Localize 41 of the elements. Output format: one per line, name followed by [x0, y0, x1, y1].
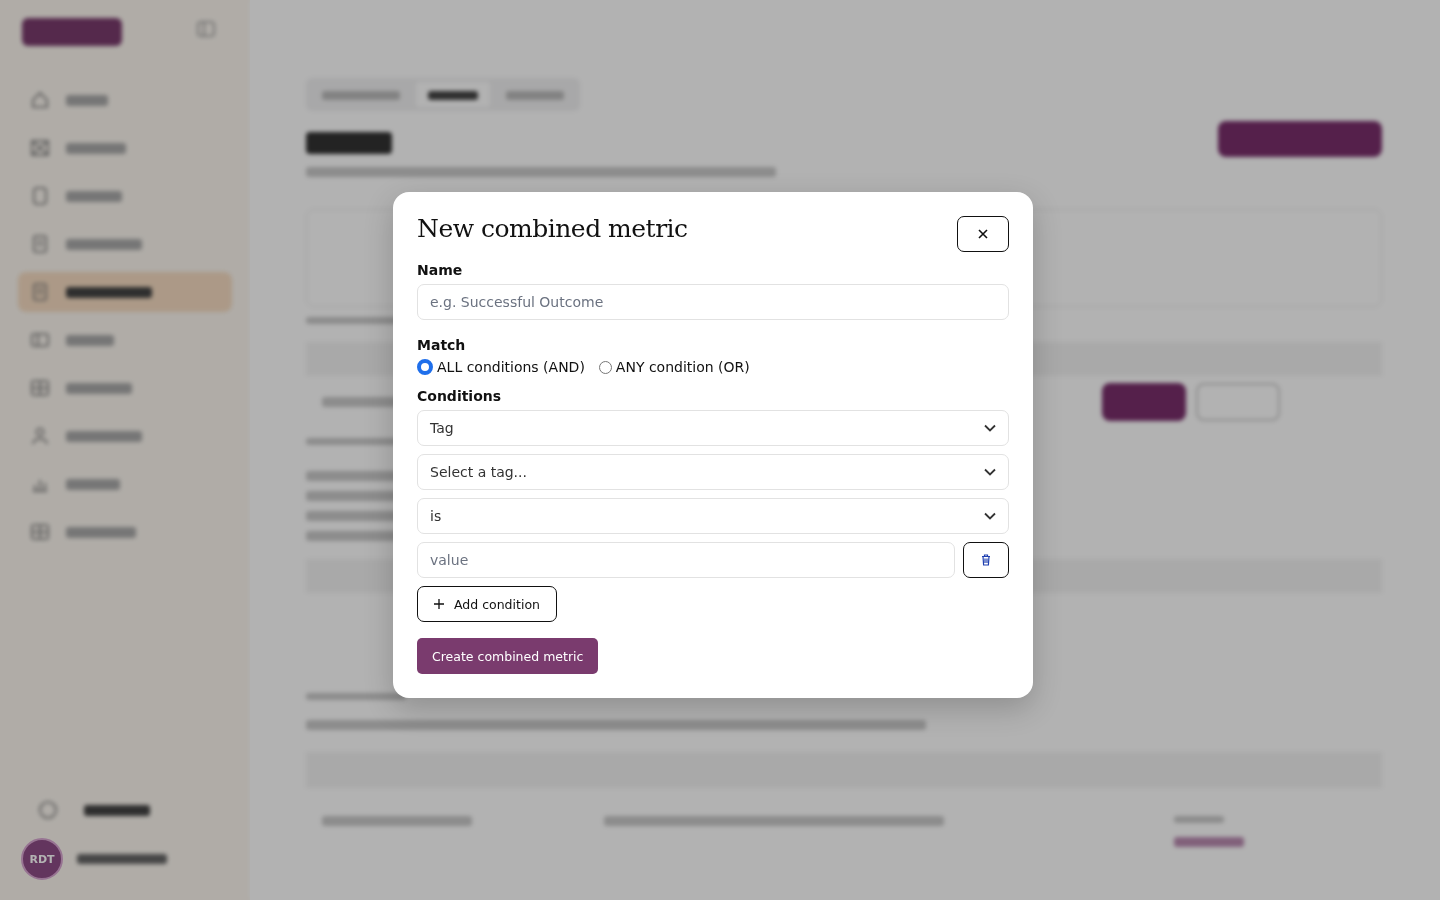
- radio-label[interactable]: ALL conditions (AND): [437, 359, 585, 375]
- chevron-down-icon: [984, 512, 996, 520]
- document-icon: [30, 282, 50, 302]
- field-label: Name: [417, 262, 464, 278]
- add-condition-button[interactable]: Add condition: [417, 586, 557, 622]
- chevron-down-icon: [984, 424, 996, 432]
- ticket-icon: [30, 330, 50, 350]
- create-button[interactable]: Create combined metric: [417, 638, 599, 674]
- new-metric-button[interactable]: [1218, 121, 1382, 157]
- plus-icon: [434, 599, 444, 609]
- help-icon: [38, 800, 58, 820]
- dialog-title: New combined metric: [417, 214, 688, 243]
- nav-item[interactable]: [18, 272, 232, 312]
- select-field[interactable]: is: [417, 498, 1009, 534]
- trash-icon: [981, 554, 991, 566]
- set-target-link[interactable]: [1174, 837, 1244, 847]
- select-field[interactable]: Tag: [417, 410, 1009, 446]
- chevron-down-icon: [984, 468, 996, 476]
- document-icon: [30, 234, 50, 254]
- table-cell: [1174, 816, 1224, 823]
- sidebar-toggle-icon: [196, 19, 216, 39]
- home-icon: [30, 90, 50, 110]
- value-input[interactable]: value: [417, 542, 955, 578]
- avatar[interactable]: RDT: [21, 838, 63, 880]
- grid-icon: [30, 522, 50, 542]
- approve-button[interactable]: [1102, 383, 1186, 421]
- grid-icon: [30, 378, 50, 398]
- tab[interactable]: [416, 82, 490, 107]
- close-icon: [978, 229, 988, 239]
- field-label: Match: [417, 337, 467, 353]
- person-icon: [30, 426, 50, 446]
- close-button[interactable]: [957, 216, 1009, 252]
- field-label: Conditions: [417, 388, 503, 404]
- radio-label[interactable]: ANY condition (OR): [615, 359, 750, 375]
- delete-button[interactable]: [963, 542, 1009, 578]
- radio-button[interactable]: [417, 359, 433, 375]
- book-icon: [30, 186, 50, 206]
- cross-icon: [30, 138, 50, 158]
- select-field[interactable]: Select a tag...: [417, 454, 1009, 490]
- help-link[interactable]: [84, 804, 150, 816]
- name-input[interactable]: e.g. Successful Outcome: [417, 284, 1009, 320]
